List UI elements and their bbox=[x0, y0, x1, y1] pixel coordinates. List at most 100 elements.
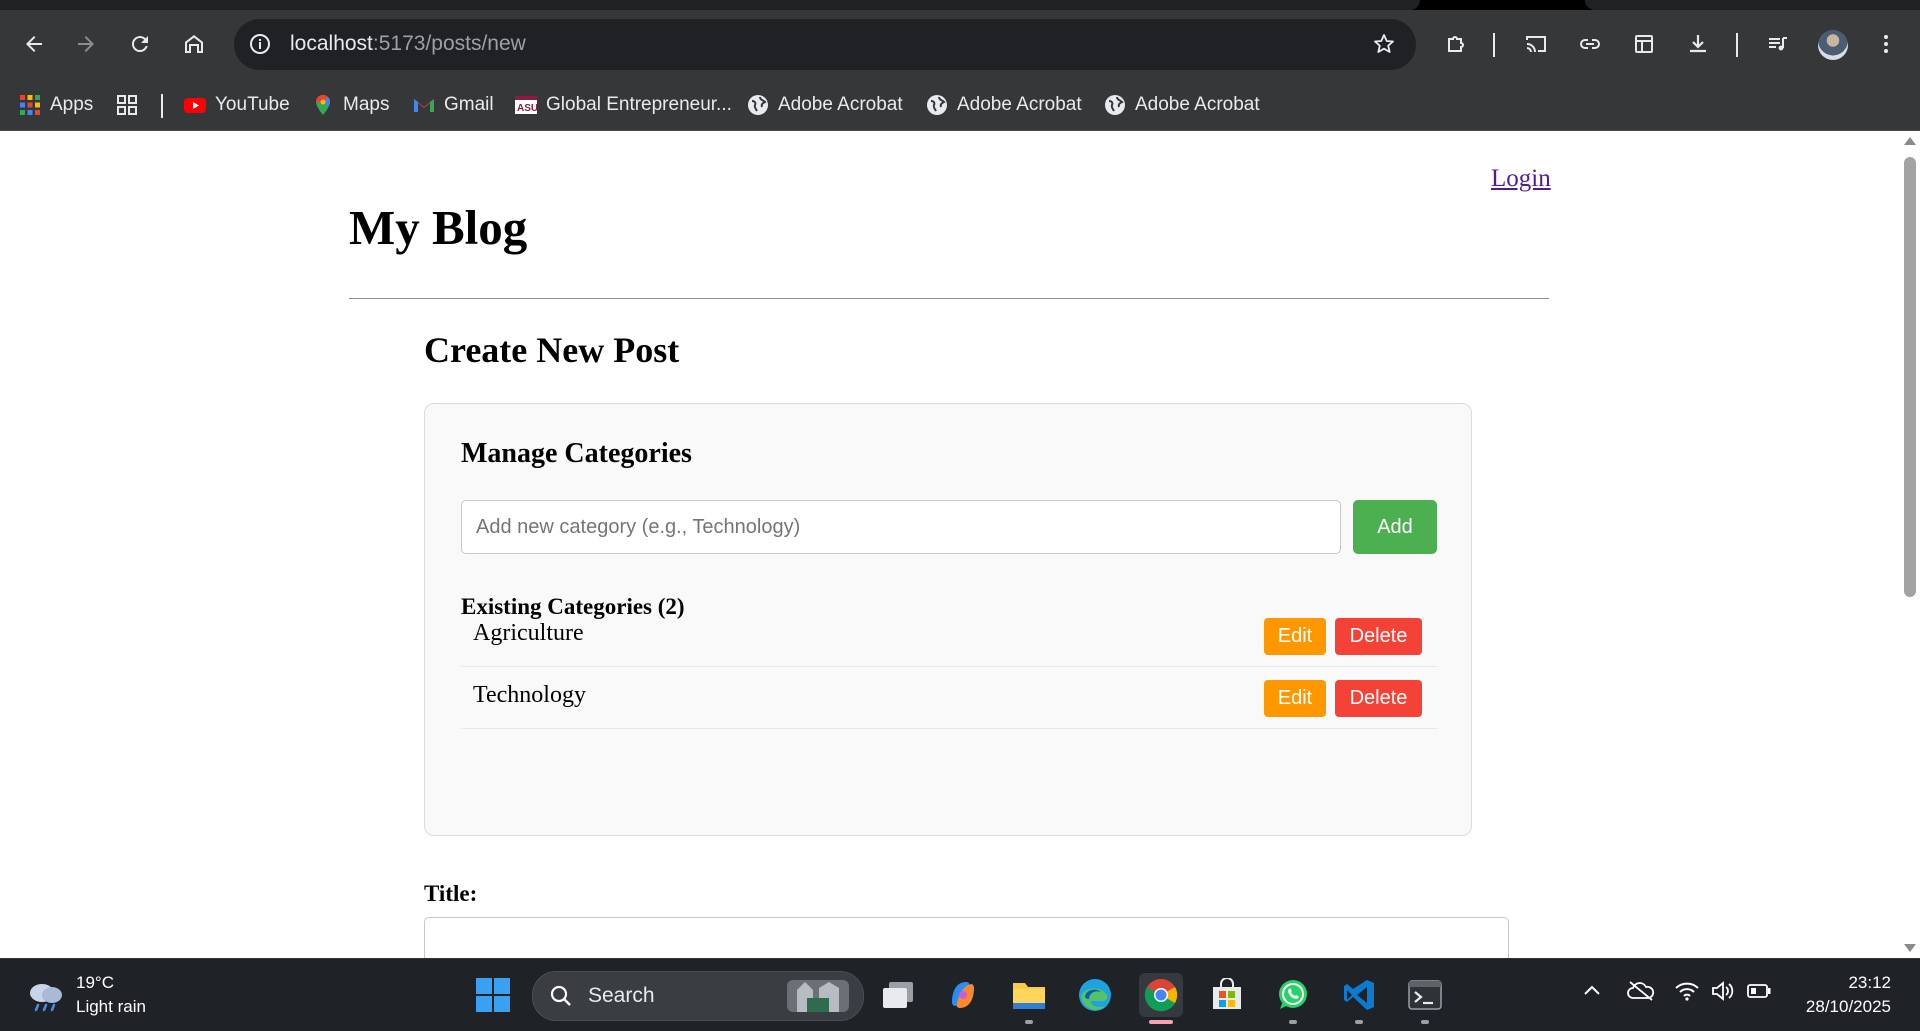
chrome-icon bbox=[1144, 979, 1178, 1012]
running-indicator bbox=[1355, 1020, 1363, 1024]
layout-icon bbox=[1635, 35, 1653, 53]
forward-button[interactable] bbox=[68, 26, 104, 62]
edit-category-button[interactable]: Edit bbox=[1264, 618, 1326, 655]
bookmark-label: Apps bbox=[50, 94, 94, 115]
arrow-left-icon bbox=[26, 36, 42, 52]
wifi-status[interactable] bbox=[1674, 979, 1700, 1008]
bookmark-maps[interactable]: Maps bbox=[312, 88, 389, 122]
bookmark-star-icon[interactable] bbox=[1372, 32, 1396, 56]
address-bar[interactable]: localhost:5173/posts/new bbox=[234, 19, 1416, 70]
title-label: Title: bbox=[424, 881, 478, 906]
media-control-button[interactable] bbox=[1760, 26, 1796, 62]
menu-button[interactable] bbox=[1868, 26, 1904, 62]
toolbar-separator bbox=[1493, 33, 1495, 57]
bookmark-global-entrepreneur[interactable]: ASU Global Entrepreneur... bbox=[515, 88, 732, 122]
bookmark-gmail[interactable]: Gmail bbox=[413, 88, 494, 122]
puzzle-icon bbox=[1448, 36, 1464, 52]
globe-icon bbox=[927, 95, 947, 115]
start-button[interactable] bbox=[471, 973, 515, 1017]
bookmark-apps[interactable]: Apps bbox=[19, 88, 93, 122]
microsoft-store-button[interactable] bbox=[1205, 973, 1249, 1017]
weather-description: Light rain bbox=[76, 997, 146, 1016]
battery-icon bbox=[1747, 984, 1771, 998]
scroll-up-arrow-icon[interactable] bbox=[1904, 137, 1916, 145]
search-label: Search bbox=[588, 984, 655, 1007]
windows-taskbar: 19°C Light rain Search 23:12 28/10/2025 bbox=[0, 958, 1920, 1031]
download-icon bbox=[1690, 35, 1706, 53]
bookmark-adobe-acrobat-1[interactable]: Adobe Acrobat bbox=[747, 88, 903, 122]
new-category-input[interactable] bbox=[461, 500, 1341, 554]
url-path: :5173/posts/new bbox=[372, 32, 526, 55]
title-input[interactable] bbox=[424, 917, 1509, 958]
running-indicator bbox=[1025, 1020, 1033, 1024]
weather-widget[interactable]: 19°C Light rain bbox=[26, 971, 146, 1019]
window-top bbox=[0, 0, 1920, 10]
copilot-button[interactable] bbox=[941, 973, 985, 1017]
page-scrollbar[interactable] bbox=[1900, 131, 1920, 958]
youtube-icon bbox=[184, 98, 206, 113]
terminal-button[interactable] bbox=[1403, 973, 1447, 1024]
info-icon[interactable] bbox=[248, 32, 272, 56]
add-category-button[interactable]: Add bbox=[1353, 500, 1437, 554]
tab-layout-button[interactable] bbox=[1626, 26, 1662, 62]
url-host: localhost bbox=[290, 32, 373, 55]
tab-strip-right bbox=[1585, 0, 1920, 10]
tab-groups-button[interactable] bbox=[116, 88, 138, 122]
link-icon bbox=[1580, 39, 1600, 49]
globe-icon bbox=[1105, 95, 1125, 115]
whatsapp-button[interactable] bbox=[1271, 973, 1315, 1024]
toolbar-separator bbox=[1736, 33, 1738, 57]
battery-status[interactable] bbox=[1746, 979, 1772, 1008]
running-indicator bbox=[1289, 1020, 1297, 1024]
scrollbar-thumb[interactable] bbox=[1904, 157, 1916, 597]
category-name: Agriculture bbox=[473, 620, 584, 646]
whatsapp-icon bbox=[1279, 980, 1307, 1009]
task-view-icon bbox=[883, 982, 913, 1008]
wifi-icon bbox=[1675, 982, 1699, 1001]
gmail-icon bbox=[414, 99, 434, 112]
page-viewport: Login My Blog Create New Post Manage Cat… bbox=[0, 131, 1900, 958]
url-text[interactable]: localhost:5173/posts/new bbox=[290, 32, 526, 56]
tab-groups-icon bbox=[117, 95, 137, 115]
taskbar-search[interactable]: Search bbox=[532, 971, 864, 1021]
bookmark-label: Adobe Acrobat bbox=[957, 94, 1082, 115]
edit-category-button[interactable]: Edit bbox=[1264, 680, 1326, 717]
edge-button[interactable] bbox=[1073, 973, 1117, 1017]
system-clock[interactable]: 23:12 28/10/2025 bbox=[1795, 971, 1891, 1019]
onedrive-status[interactable] bbox=[1627, 979, 1655, 1008]
category-row: Agriculture Edit Delete bbox=[461, 606, 1437, 667]
delete-category-button[interactable]: Delete bbox=[1335, 680, 1422, 717]
bookmark-youtube[interactable]: YouTube bbox=[184, 88, 290, 122]
bookmark-label: Gmail bbox=[444, 94, 494, 115]
delete-category-button[interactable]: Delete bbox=[1335, 618, 1422, 655]
search-highlight-image-icon bbox=[787, 980, 849, 1012]
weather-temperature: 19°C bbox=[76, 973, 114, 992]
volume-status[interactable] bbox=[1710, 979, 1736, 1008]
profile-avatar[interactable] bbox=[1818, 30, 1848, 60]
cast-button[interactable] bbox=[1518, 26, 1554, 62]
bookmark-adobe-acrobat-3[interactable]: Adobe Acrobat bbox=[1104, 88, 1260, 122]
link-button[interactable] bbox=[1572, 26, 1608, 62]
chrome-button[interactable] bbox=[1139, 973, 1183, 1024]
kebab-menu-icon bbox=[1884, 35, 1888, 53]
back-button[interactable] bbox=[16, 26, 52, 62]
task-view-button[interactable] bbox=[876, 973, 920, 1017]
manage-categories-panel: Manage Categories Add Existing Categorie… bbox=[424, 403, 1472, 836]
downloads-button[interactable] bbox=[1680, 26, 1716, 62]
login-link[interactable]: Login bbox=[1491, 165, 1551, 193]
tab-strip bbox=[0, 0, 1420, 10]
scroll-down-arrow-icon[interactable] bbox=[1904, 944, 1916, 952]
manage-categories-heading: Manage Categories bbox=[461, 438, 692, 469]
show-hidden-icons-button[interactable] bbox=[1582, 979, 1602, 1008]
extensions-button[interactable] bbox=[1438, 26, 1474, 62]
bookmark-adobe-acrobat-2[interactable]: Adobe Acrobat bbox=[926, 88, 1082, 122]
terminal-icon bbox=[1408, 980, 1442, 1010]
vscode-button[interactable] bbox=[1337, 973, 1381, 1024]
folder-icon bbox=[1013, 983, 1045, 1009]
store-icon bbox=[1213, 978, 1241, 1009]
file-explorer-button[interactable] bbox=[1007, 973, 1051, 1024]
home-button[interactable] bbox=[176, 26, 212, 62]
bookmark-label: Maps bbox=[343, 94, 390, 115]
reload-button[interactable] bbox=[122, 26, 158, 62]
browser-toolbar: localhost:5173/posts/new bbox=[0, 10, 1920, 80]
